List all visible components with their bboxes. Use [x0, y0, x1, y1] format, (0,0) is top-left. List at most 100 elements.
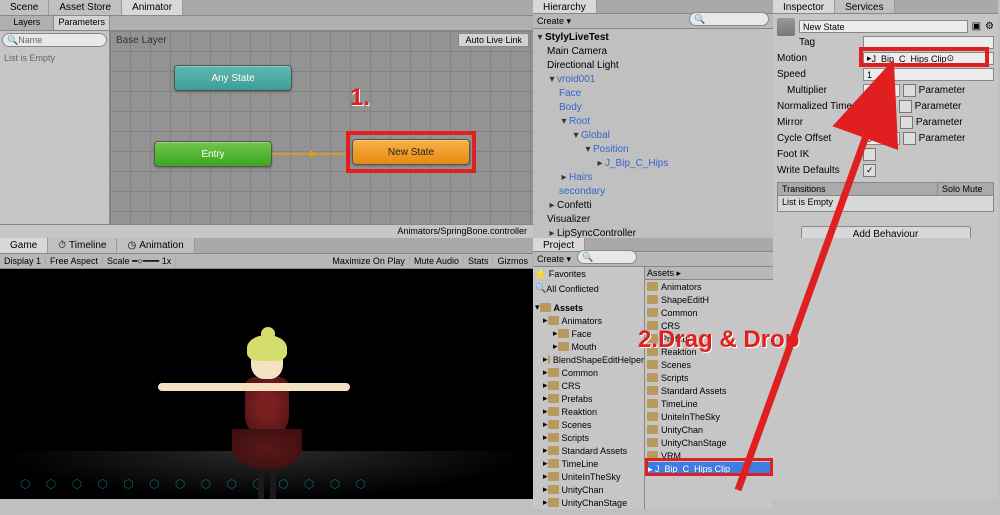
hierarchy-item[interactable]: Main Camera — [535, 45, 773, 59]
project-folder[interactable]: ▸UnityChanStage — [533, 496, 644, 509]
search-placeholder: Name — [18, 35, 42, 45]
speed-field[interactable]: 1 — [863, 68, 994, 81]
project-folder[interactable]: ▸Animators — [533, 314, 644, 327]
multiplier-field[interactable] — [863, 84, 900, 97]
project-item[interactable]: Scenes — [645, 358, 773, 371]
aspect-dropdown[interactable]: Free Aspect — [46, 256, 103, 266]
project-folder[interactable]: ▸Mouth — [533, 340, 644, 353]
hierarchy-item[interactable]: Face — [535, 87, 773, 101]
cycle-field[interactable]: 0 — [863, 132, 900, 145]
stats-toggle[interactable]: Stats — [464, 256, 494, 266]
hierarchy-item[interactable]: Directional Light — [535, 59, 773, 73]
parameters-search[interactable]: 🔍 Name — [2, 33, 107, 47]
footik-check[interactable] — [863, 148, 876, 161]
tab-timeline[interactable]: ⏱Timeline — [48, 238, 117, 253]
scale-label: Scale ━○━━━ 1x — [103, 256, 176, 267]
favorite-item[interactable]: 🔍 All Conflicted — [533, 282, 644, 295]
hierarchy-item[interactable]: ▾Global — [535, 129, 773, 143]
project-item[interactable]: UnityChan — [645, 423, 773, 436]
annotation-highlight-clip — [645, 458, 773, 476]
tab-assetstore[interactable]: Asset Store — [49, 0, 122, 15]
tab-services[interactable]: Services — [835, 0, 894, 13]
assets-root[interactable]: ▾Assets — [533, 301, 644, 314]
mirror-param-check[interactable] — [900, 116, 913, 129]
multiplier-param-check[interactable] — [903, 84, 916, 97]
tab-game[interactable]: Game — [0, 238, 48, 253]
project-folder[interactable]: ▸TimeLine — [533, 457, 644, 470]
favorites-header[interactable]: ⭐ Favorites — [533, 267, 644, 282]
motion-label: Motion — [777, 53, 863, 64]
project-create-menu[interactable]: Create ▾ — [537, 254, 571, 265]
character-preview — [232, 343, 302, 469]
mute-toggle[interactable]: Mute Audio — [410, 256, 464, 266]
hierarchy-item[interactable]: ▾Position — [535, 143, 773, 157]
multiplier-label: Multiplier — [777, 85, 863, 96]
auto-live-link-toggle[interactable]: Auto Live Link — [458, 33, 529, 47]
search-icon: 🔍 — [694, 14, 705, 25]
mirror-check[interactable] — [863, 116, 876, 129]
hierarchy-item[interactable]: Visualizer — [535, 213, 773, 227]
help-icon[interactable]: ▣ — [972, 21, 981, 32]
transitions-empty: List is Empty — [777, 196, 994, 212]
maximize-toggle[interactable]: Maximize On Play — [328, 256, 410, 266]
project-folder[interactable]: ▸Reaktion — [533, 405, 644, 418]
project-item[interactable]: Prefabs — [645, 332, 773, 345]
hierarchy-item[interactable]: ▸J_Bip_C_Hips — [535, 157, 773, 171]
hierarchy-item[interactable]: secondary — [535, 185, 773, 199]
parameters-empty: List is Empty — [2, 51, 107, 65]
tab-hierarchy[interactable]: Hierarchy — [533, 0, 597, 13]
cycle-param-check[interactable] — [903, 132, 916, 145]
hierarchy-create-menu[interactable]: Create ▾ — [537, 16, 571, 27]
breadcrumb[interactable]: Assets ▸ — [645, 267, 773, 280]
tab-scene[interactable]: Scene — [0, 0, 49, 15]
project-folder[interactable]: ▸UnityChan — [533, 483, 644, 496]
game-view: ⬡ ⬡ ⬡ ⬡ ⬡ ⬡ ⬡ ⬡ ⬡ ⬡ ⬡ ⬡ ⬡ ⬡ — [0, 269, 533, 499]
hierarchy-search[interactable]: 🔍 — [689, 12, 769, 26]
tag-label: Tag — [777, 37, 863, 48]
tab-animator[interactable]: Animator — [122, 0, 183, 15]
project-item[interactable]: ShapeEditH — [645, 293, 773, 306]
project-item[interactable]: TimeLine — [645, 397, 773, 410]
hierarchy-item[interactable]: ▾vroid001 — [535, 73, 773, 87]
scene-root[interactable]: ▾StylyLiveTest — [535, 31, 773, 45]
top-left-tab-row: Scene Asset Store Animator — [0, 0, 533, 16]
node-anystate[interactable]: Any State — [174, 65, 292, 91]
project-folder[interactable]: ▸CRS — [533, 379, 644, 392]
project-item[interactable]: UniteInTheSky — [645, 410, 773, 423]
animator-layers-tab[interactable]: Layers — [0, 16, 54, 30]
project-item[interactable]: Reaktion — [645, 345, 773, 358]
tab-inspector[interactable]: Inspector — [773, 0, 835, 13]
hierarchy-item[interactable]: ▸Confetti — [535, 199, 773, 213]
project-item[interactable]: UnityChanStage — [645, 436, 773, 449]
tab-project[interactable]: Project — [533, 238, 585, 251]
gear-icon[interactable]: ⚙ — [985, 21, 994, 32]
project-folder[interactable]: ▸Scenes — [533, 418, 644, 431]
state-name-field[interactable]: New State — [799, 20, 968, 33]
project-folder[interactable]: ▸Standard Assets — [533, 444, 644, 457]
project-folder[interactable]: ▸Scripts — [533, 431, 644, 444]
project-folder[interactable]: ▸Prefabs — [533, 392, 644, 405]
project-folder[interactable]: ▸UniteInTheSky — [533, 470, 644, 483]
animator-graph[interactable]: Base Layer Auto Live Link Any State Entr… — [110, 31, 533, 224]
search-icon: 🔍 — [582, 252, 593, 263]
normalized-param-check[interactable] — [899, 100, 912, 113]
project-item[interactable]: Scripts — [645, 371, 773, 384]
writedef-check[interactable] — [863, 164, 876, 177]
project-item[interactable]: CRS — [645, 319, 773, 332]
hierarchy-item[interactable]: Body — [535, 101, 773, 115]
project-folder[interactable]: ▸Common — [533, 366, 644, 379]
animator-parameters-tab[interactable]: Parameters — [54, 16, 110, 30]
hierarchy-item[interactable]: ▾Root — [535, 115, 773, 129]
project-item[interactable]: Common — [645, 306, 773, 319]
project-folder[interactable]: ▸Face — [533, 327, 644, 340]
hierarchy-item[interactable]: ▸Hairs — [535, 171, 773, 185]
project-folder[interactable]: ▸BlendShapeEditHelper — [533, 353, 644, 366]
project-item[interactable]: Animators — [645, 280, 773, 293]
display-dropdown[interactable]: Display 1 — [0, 256, 46, 266]
project-item[interactable]: Standard Assets — [645, 384, 773, 397]
node-entry[interactable]: Entry — [154, 141, 272, 167]
tab-animation[interactable]: ◷Animation — [117, 238, 194, 253]
project-search[interactable]: 🔍 — [577, 250, 637, 264]
hierarchy-tree: ▾StylyLiveTest Main Camera Directional L… — [533, 29, 773, 257]
gizmos-toggle[interactable]: Gizmos — [493, 256, 533, 266]
